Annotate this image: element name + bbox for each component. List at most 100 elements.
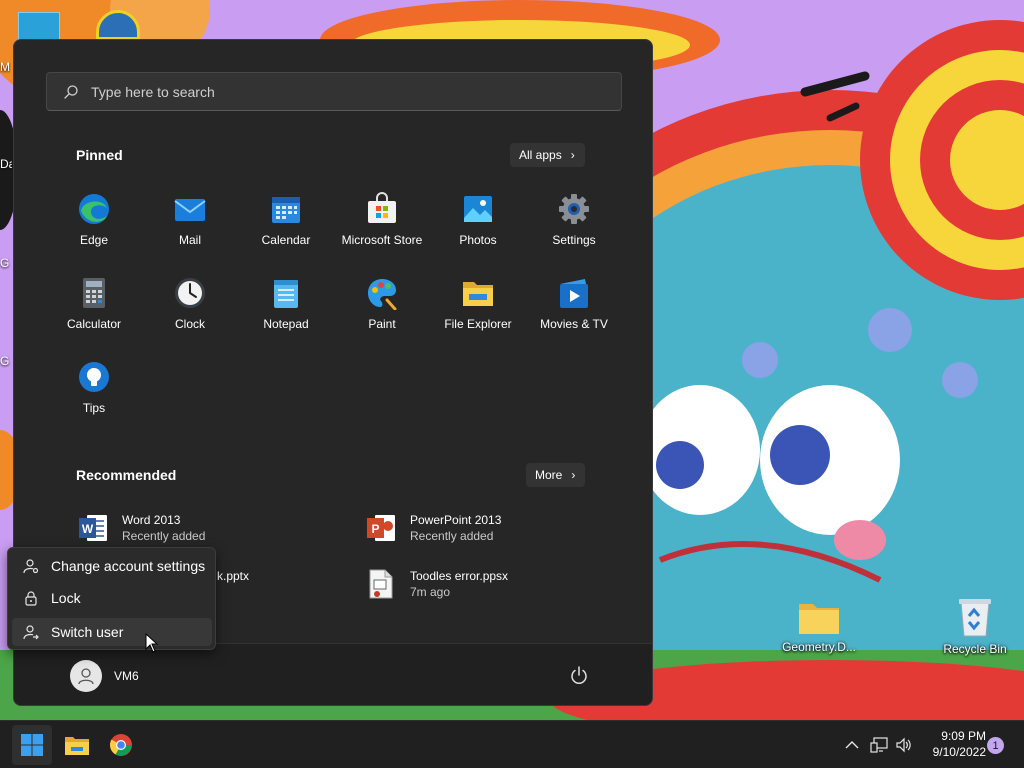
more-label: More [535, 468, 563, 482]
desktop-icon-label-partial: G [0, 354, 10, 368]
pinned-app-paint[interactable]: Paint [334, 266, 430, 346]
pinned-app-label: Calculator [66, 317, 122, 331]
recommended-item-sub: 7m ago [410, 585, 451, 599]
mouse-cursor-icon [145, 633, 159, 653]
pinned-app-movies-tv[interactable]: Movies & TV [526, 266, 622, 346]
start-button[interactable] [12, 725, 52, 765]
user-name: VM6 [114, 669, 139, 683]
notification-badge[interactable]: 1 [987, 737, 1004, 754]
calculator-icon [83, 278, 105, 308]
recycle-bin-icon [959, 599, 991, 637]
pinned-app-notepad[interactable]: Notepad [238, 266, 334, 346]
recommended-title: Recommended [76, 467, 177, 483]
recommended-item-name: Toodles error.ppsx [410, 569, 509, 583]
windows-logo-icon [21, 734, 43, 756]
search-box[interactable]: Type here to search [46, 72, 622, 111]
pinned-app-photos[interactable]: Photos [430, 182, 526, 262]
show-hidden-icons-button[interactable] [842, 735, 862, 755]
search-icon [64, 85, 78, 99]
recommended-item-word[interactable]: W Word 2013 Recently added [77, 506, 337, 550]
search-placeholder: Type here to search [91, 84, 215, 100]
store-icon [368, 192, 396, 223]
lock-item[interactable]: Lock [12, 584, 212, 612]
pinned-app-label: Calendar [261, 233, 311, 247]
recommended-item-name: Word 2013 [122, 513, 181, 527]
clock-time: 9:09 PM [941, 729, 986, 743]
folder-icon [65, 737, 89, 755]
lightbulb-icon [79, 362, 109, 392]
folder-icon [799, 604, 839, 634]
account-menu-label: Change account settings [51, 558, 206, 574]
paint-icon [368, 279, 397, 310]
avatar [70, 660, 102, 692]
network-icon [870, 737, 888, 753]
desktop-icon-label-partial: G [0, 256, 10, 270]
chevron-right-icon: › [571, 468, 576, 482]
taskbar-clock[interactable]: 9:09 PM 9/10/2022 [918, 728, 986, 760]
clock-icon [175, 278, 205, 308]
user-account-button[interactable]: VM6 [70, 658, 139, 694]
volume-icon [896, 737, 911, 753]
taskbar: 9:09 PM 9/10/2022 1 [0, 720, 1024, 768]
pinned-app-label: Settings [552, 233, 596, 247]
account-menu: Change account settings Lock Switch user [7, 547, 216, 650]
all-apps-button[interactable]: All apps › [510, 143, 585, 167]
photos-icon [464, 196, 492, 222]
power-icon[interactable] [567, 664, 591, 688]
desktop-icon-label-partial: M [0, 60, 10, 74]
pinned-app-label: Tips [82, 401, 106, 415]
pinned-app-tips[interactable]: Tips [46, 350, 142, 430]
user-icon [78, 668, 94, 685]
switch-user-item[interactable]: Switch user [12, 618, 212, 646]
svg-text:W: W [82, 522, 94, 536]
account-settings-icon [23, 558, 39, 574]
folder-icon [463, 282, 493, 306]
pinned-title: Pinned [76, 147, 123, 163]
pinned-app-clock[interactable]: Clock [142, 266, 238, 346]
pinned-app-label: Edge [79, 233, 109, 247]
desktop-shortcut-icon[interactable] [18, 12, 60, 40]
chevron-right-icon: › [570, 148, 575, 162]
taskbar-file-explorer-button[interactable] [57, 725, 97, 765]
gear-icon [559, 194, 589, 224]
pinned-app-microsoft-store[interactable]: Microsoft Store [334, 182, 430, 262]
notepad-icon [274, 280, 298, 308]
pinned-app-label: File Explorer [444, 317, 512, 331]
chevron-up-icon [845, 741, 859, 749]
network-button[interactable] [869, 735, 889, 755]
movies-icon [560, 279, 588, 308]
account-menu-label: Switch user [51, 624, 124, 640]
volume-button[interactable] [894, 735, 914, 755]
pinned-app-label: Mail [178, 233, 201, 247]
pinned-app-calendar[interactable]: Calendar [238, 182, 334, 262]
all-apps-label: All apps [519, 148, 562, 162]
pinned-app-mail[interactable]: Mail [142, 182, 238, 262]
change-account-settings-item[interactable]: Change account settings [12, 552, 212, 580]
desktop-icon-recycle-bin[interactable]: Recycle Bin [933, 596, 1017, 656]
word-icon: W [79, 515, 107, 541]
recommended-item-powerpoint[interactable]: P PowerPoint 2013 Recently added [365, 506, 625, 550]
desktop-icon-label: Recycle Bin [943, 642, 1007, 656]
pinned-app-settings[interactable]: Settings [526, 182, 622, 262]
powerpoint-icon: P [367, 515, 395, 541]
chrome-icon [110, 734, 132, 756]
desktop-icon-label: Geometry.D... [782, 640, 856, 654]
desktop-icon-label-partial: Da [0, 157, 12, 171]
desktop-icon-geometry-folder[interactable]: Geometry.D... [777, 598, 861, 654]
svg-text:P: P [371, 522, 379, 536]
pinned-app-file-explorer[interactable]: File Explorer [430, 266, 526, 346]
recommended-item-sub: Recently added [122, 529, 206, 543]
lock-icon [23, 590, 39, 606]
pinned-app-label: Paint [368, 317, 396, 331]
pinned-app-label: Clock [174, 317, 205, 331]
pinned-app-edge[interactable]: Edge [46, 182, 142, 262]
pinned-app-label: Notepad [263, 317, 309, 331]
pinned-app-label: Movies & TV [540, 317, 608, 331]
ppsx-file-icon [369, 569, 393, 599]
mail-icon [174, 199, 206, 221]
recommended-item-ppsx[interactable]: Toodles error.ppsx 7m ago [365, 562, 625, 606]
more-button[interactable]: More › [526, 463, 586, 487]
calendar-icon [272, 197, 300, 223]
taskbar-chrome-button[interactable] [101, 725, 141, 765]
pinned-app-calculator[interactable]: Calculator [46, 266, 142, 346]
